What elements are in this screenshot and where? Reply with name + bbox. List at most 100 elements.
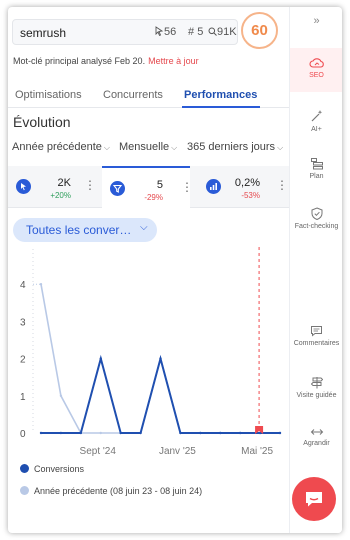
hash-icon: #: [188, 26, 195, 38]
sidebar-item-commentaires[interactable]: Commentaires: [290, 325, 342, 347]
analyzed-text: Mot-clé principal analysé Feb 20.: [13, 56, 146, 66]
chat-bubble-icon: [306, 492, 322, 507]
data-point-conversions: [119, 431, 122, 435]
metric-b-value: 5: [197, 26, 204, 38]
chevron-down-icon: ⌵: [171, 143, 178, 152]
section-title: Évolution: [13, 114, 71, 130]
sidebar-item-visite-guidee[interactable]: Visite guidée: [290, 376, 342, 399]
data-point-conversions: [219, 431, 222, 435]
tab-bar: Optimisations Concurrents Performances: [8, 82, 289, 108]
metric-cards: 2K +20% ⋮ 5 -29% ⋮ 0,2% -53% ⋮: [8, 166, 289, 208]
sidebar-item-label: AI+: [311, 126, 322, 133]
conversions-chart: 0 1 2 3 4 Sept '24 Janv '25 Mai '25: [20, 247, 282, 457]
data-point-conversions: [99, 357, 102, 360]
sidebar-item-agrandir[interactable]: Agrandir: [290, 427, 342, 447]
y-tick-label: 3: [20, 317, 26, 328]
expand-arrows-icon: [310, 429, 323, 435]
content-score[interactable]: 60: [241, 12, 278, 49]
data-point-previous-year: [59, 394, 63, 397]
keyword-text: semrush: [20, 26, 67, 40]
app-window: semrush 56 # 5 91K 60 Mot-clé principal …: [8, 7, 342, 533]
x-tick-label: Janv '25: [159, 446, 196, 457]
legend-label: Conversions: [34, 464, 85, 474]
metric-c-value: 91K: [217, 26, 237, 38]
sidebar-item-label: Plan: [309, 173, 324, 180]
funnel-icon: [110, 181, 125, 196]
more-options-icon[interactable]: ⋮: [84, 178, 96, 192]
legend-swatch: [20, 486, 29, 495]
double-chevron-right-icon: »: [313, 15, 320, 27]
metric-value: 5: [156, 179, 163, 191]
data-point-conversions: [199, 431, 202, 435]
sidebar-item-plan[interactable]: Plan: [290, 157, 342, 180]
collapse-sidebar-button[interactable]: »: [290, 15, 342, 27]
compare-filter[interactable]: Année précédente ⌵: [12, 141, 110, 153]
filter-row: Année précédente ⌵ Mensuelle ⌵ 365 dernier…: [8, 139, 289, 163]
data-point-conversions: [278, 431, 282, 435]
search-icon: [208, 27, 217, 36]
plan-list-icon: [310, 158, 323, 170]
comment-icon: [311, 326, 322, 337]
guided-tour-icon: [310, 377, 323, 389]
data-point-conversions: [79, 431, 83, 435]
legend-label: Année précédente (08 juin 23 - 08 juin 2…: [34, 486, 203, 496]
seo-cloud-icon: [309, 58, 324, 68]
more-options-icon[interactable]: ⋮: [276, 178, 288, 192]
metric-a-value: 56: [164, 26, 177, 38]
metric-value: 0,2%: [234, 177, 260, 189]
metric-c: 91K: [208, 26, 237, 38]
sidebar-item-ai[interactable]: AI+: [290, 109, 342, 133]
shield-check-icon: [311, 207, 322, 220]
keyword-bar[interactable]: semrush 56 # 5 91K: [12, 19, 238, 45]
data-point-previous-year: [39, 283, 43, 286]
metric-delta: -53%: [241, 191, 260, 200]
granularity-filter-label: Mensuelle: [119, 141, 170, 153]
y-tick-label: 1: [20, 392, 26, 403]
bar-chart-icon: [206, 179, 221, 194]
period-filter[interactable]: 365 derniers jours ⌵: [187, 141, 283, 153]
chat-button[interactable]: [292, 477, 336, 521]
data-point-conversions: [179, 431, 182, 435]
y-tick-label: 0: [20, 429, 26, 440]
sidebar-item-seo[interactable]: SEO: [290, 48, 342, 92]
granularity-filter[interactable]: Mensuelle ⌵: [119, 141, 177, 153]
metric-b: # 5: [188, 26, 203, 38]
more-options-icon[interactable]: ⋮: [181, 180, 193, 194]
sidebar-item-label: Agrandir: [303, 440, 330, 447]
metric-value: 2K: [57, 177, 71, 189]
metric-delta: +20%: [50, 191, 71, 200]
sidebar-item-label: Commentaires: [293, 340, 340, 347]
metric-card-conversions[interactable]: 5 -29% ⋮: [102, 166, 193, 208]
series-line-conversions: [41, 354, 280, 434]
metric-card-rate[interactable]: 0,2% -53% ⋮: [196, 166, 289, 208]
active-tab-indicator: [182, 106, 260, 108]
y-tick-label: 4: [20, 280, 26, 291]
chevron-down-icon: ⌵: [277, 143, 284, 152]
chevron-down-icon: ⌵: [140, 222, 148, 233]
sidebar-item-label: Visite guidée: [296, 392, 337, 399]
magic-wand-icon: [311, 110, 322, 122]
metric-card-clicks[interactable]: 2K +20% ⋮: [8, 166, 96, 208]
tab-concurrents[interactable]: Concurrents: [103, 89, 163, 101]
tab-optimisations[interactable]: Optimisations: [15, 89, 82, 101]
cursor-click-icon: [16, 179, 31, 194]
chevron-down-icon: ⌵: [103, 143, 110, 152]
data-point-conversions: [139, 431, 142, 435]
main-panel: semrush 56 # 5 91K 60 Mot-clé principal …: [8, 7, 289, 533]
data-point-conversions: [39, 431, 43, 435]
metric-delta: -29%: [144, 193, 163, 202]
legend-swatch: [20, 464, 29, 473]
metric-selector[interactable]: Toutes les conver… ⌵: [13, 218, 157, 242]
data-point-conversions: [59, 431, 63, 435]
data-point-previous-year: [99, 431, 102, 435]
period-filter-label: 365 derniers jours: [187, 141, 276, 153]
legend-item-previous-year[interactable]: Année précédente (08 juin 23 - 08 juin 2…: [20, 486, 202, 496]
tab-performances[interactable]: Performances: [184, 89, 257, 101]
x-tick-label: Mai '25: [241, 446, 273, 457]
update-link[interactable]: Mettre à jour: [148, 56, 199, 66]
cursor-icon: [155, 26, 164, 36]
legend-item-conversions[interactable]: Conversions: [20, 464, 84, 474]
analyzed-notice: Mot-clé principal analysé Feb 20. Mettre …: [13, 56, 199, 66]
sidebar-item-label: Fact-checking: [294, 223, 339, 230]
sidebar-item-fact-checking[interactable]: Fact-checking: [290, 207, 342, 230]
